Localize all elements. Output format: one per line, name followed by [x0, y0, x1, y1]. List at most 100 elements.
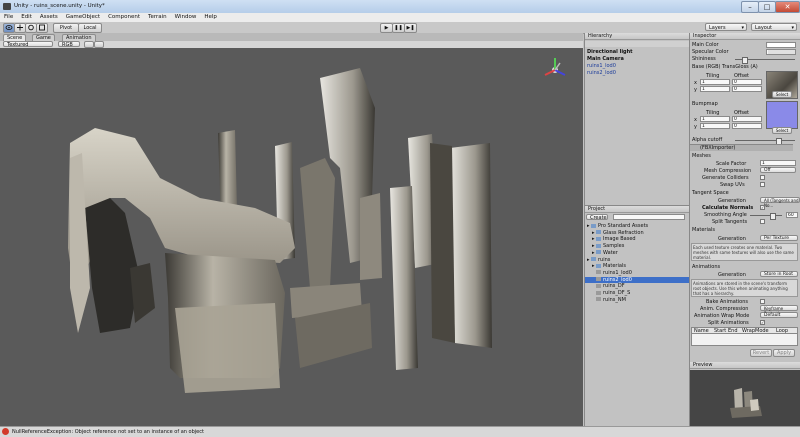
folder-icon	[591, 223, 596, 228]
folder-icon	[596, 250, 601, 255]
window-title: Unity - ruins_scene.unity - Unity*	[14, 3, 105, 9]
tangent-generation-dropdown[interactable]: All (Tangents and No...	[760, 197, 800, 208]
project-item-label: Samples	[603, 243, 625, 250]
project-item[interactable]: ▸ Water	[585, 250, 689, 256]
project-item[interactable]: ruins1_lod0	[585, 270, 689, 276]
materials-generation-dropdown[interactable]: Per Texture	[760, 235, 798, 241]
base-select-button[interactable]: Select	[772, 91, 792, 98]
layers-dropdown[interactable]: Layers ▾	[705, 23, 747, 31]
project-item[interactable]: ruins_DF_S	[585, 290, 689, 296]
bumpmap-thumbnail[interactable]	[766, 101, 798, 129]
step-button[interactable]: ▶❚	[404, 23, 417, 33]
bump-offset-y-field[interactable]: 0	[732, 123, 762, 129]
lighting-toggle[interactable]	[84, 41, 94, 48]
specular-color-swatch[interactable]	[766, 49, 796, 55]
project-item[interactable]: ▸ Materials	[585, 263, 689, 269]
hierarchy-item-directional-light[interactable]: Directional light	[587, 49, 633, 55]
generate-colliders-checkbox[interactable]	[760, 175, 765, 180]
smoothing-angle-field[interactable]: 60	[786, 212, 798, 218]
asset-icon	[596, 277, 601, 282]
generate-colliders-label: Generate Colliders	[702, 175, 749, 181]
revert-button[interactable]: Revert	[750, 349, 772, 357]
calculate-normals-checkbox[interactable]: ✓	[760, 205, 765, 210]
menu-terrain[interactable]: Terrain	[144, 13, 171, 20]
menu-component[interactable]: Component	[104, 13, 144, 20]
project-item[interactable]: ruins_DF	[585, 283, 689, 289]
maximize-button[interactable]: □	[758, 1, 776, 13]
menu-window[interactable]: Window	[171, 13, 201, 20]
project-item-label: Image Based	[603, 236, 636, 243]
title-bar: Unity - ruins_scene.unity - Unity* – □ ✕	[0, 0, 800, 14]
mesh-compression-dropdown[interactable]: Off	[760, 167, 796, 173]
base-offset-y-field[interactable]: 0	[732, 86, 762, 92]
swap-uvs-checkbox[interactable]	[760, 182, 765, 187]
project-item[interactable]: ▸ Image Based	[585, 236, 689, 242]
base-offset-x-field[interactable]: 0	[732, 79, 762, 85]
anim-generation-dropdown[interactable]: Store in Root	[760, 271, 798, 277]
scale-factor-field[interactable]: 1	[760, 160, 796, 166]
orientation-gizmo[interactable]	[544, 58, 566, 76]
fbx-importer-header[interactable]: (FBXImporter)	[690, 144, 793, 151]
preview-viewport[interactable]	[690, 370, 800, 426]
project-item[interactable]: ▸ Samples	[585, 243, 689, 249]
base-tiling-y-field[interactable]: 1	[700, 86, 730, 92]
base-y-label: y	[694, 87, 697, 93]
base-tiling-x-field[interactable]: 1	[700, 79, 730, 85]
project-item-label: ruins1_lod0	[603, 269, 632, 276]
project-item[interactable]: ▸ Pro Standard Assets	[585, 223, 689, 229]
scene-viewport[interactable]	[0, 48, 583, 426]
apply-button[interactable]: Apply	[773, 349, 795, 357]
pivot-toggle[interactable]: Pivot	[53, 23, 79, 33]
project-item[interactable]: ▸ ruins	[585, 257, 689, 263]
bump-tiling-x-field[interactable]: 1	[700, 116, 730, 122]
project-item[interactable]: ▸ Glass Refraction	[585, 230, 689, 236]
project-item[interactable]: ruins_NM	[585, 297, 689, 303]
bump-offset-x-field[interactable]: 0	[732, 116, 762, 122]
wrap-mode-dropdown[interactable]: Default	[760, 312, 798, 318]
status-bar[interactable]: NullReferenceException: Object reference…	[0, 426, 800, 437]
menu-file[interactable]: File	[0, 13, 17, 20]
project-search-input[interactable]	[613, 214, 685, 220]
project-item-label: ruins_DF	[603, 283, 625, 290]
main-color-swatch[interactable]	[766, 42, 796, 48]
close-button[interactable]: ✕	[775, 1, 800, 13]
menu-help[interactable]: Help	[200, 13, 221, 20]
shininess-slider-thumb[interactable]	[742, 57, 748, 64]
split-animations-checkbox[interactable]: ✓	[760, 320, 765, 325]
smoothing-angle-slider-thumb[interactable]	[770, 213, 776, 220]
project-header: Project	[585, 206, 689, 213]
project-create-label: Create	[590, 215, 607, 221]
anim-compression-dropdown[interactable]: Keyframe Reduction	[760, 305, 798, 316]
split-table-header: Name Start End WrapMode Loop	[691, 327, 798, 334]
render-mode-dropdown[interactable]: Textured	[3, 41, 53, 48]
layout-label: Layout	[755, 25, 772, 31]
split-tangents-checkbox[interactable]	[760, 219, 765, 224]
project-create-dropdown[interactable]: Create	[586, 214, 608, 221]
fx-toggle[interactable]	[94, 41, 104, 48]
scale-tool-button[interactable]	[36, 23, 48, 33]
model-preview-render	[730, 388, 762, 418]
local-toggle[interactable]: Local	[78, 23, 102, 33]
alpha-cutoff-slider-track[interactable]	[735, 140, 795, 141]
project-item-label: Glass Refraction	[603, 229, 644, 236]
pause-icon: ❚❚	[394, 25, 403, 31]
hierarchy-item-ruins1[interactable]: ruins1_lod0	[587, 63, 616, 69]
hierarchy-item-main-camera[interactable]: Main Camera	[587, 56, 624, 62]
hierarchy-item-ruins2[interactable]: ruins2_lod0	[587, 70, 616, 76]
scale-factor-label: Scale Factor	[716, 161, 747, 167]
color-mode-dropdown[interactable]: RGB	[58, 41, 80, 48]
minimize-button[interactable]: –	[741, 1, 759, 13]
rotate-icon	[28, 24, 34, 31]
bump-tiling-y-field[interactable]: 1	[700, 123, 730, 129]
layout-dropdown[interactable]: Layout ▾	[751, 23, 797, 31]
smoothing-angle-slider-track[interactable]	[750, 215, 782, 216]
project-item-label: Materials	[603, 263, 626, 270]
bump-select-button[interactable]: Select	[772, 127, 792, 134]
menu-assets[interactable]: Assets	[36, 13, 62, 20]
project-item[interactable]: ruins2_lod0	[585, 276, 689, 283]
hierarchy-title: Hierarchy	[588, 33, 613, 39]
split-table-body[interactable]	[691, 334, 798, 346]
bake-animations-checkbox[interactable]	[760, 299, 765, 304]
menu-gameobject[interactable]: GameObject	[62, 13, 104, 20]
menu-edit[interactable]: Edit	[17, 13, 36, 20]
